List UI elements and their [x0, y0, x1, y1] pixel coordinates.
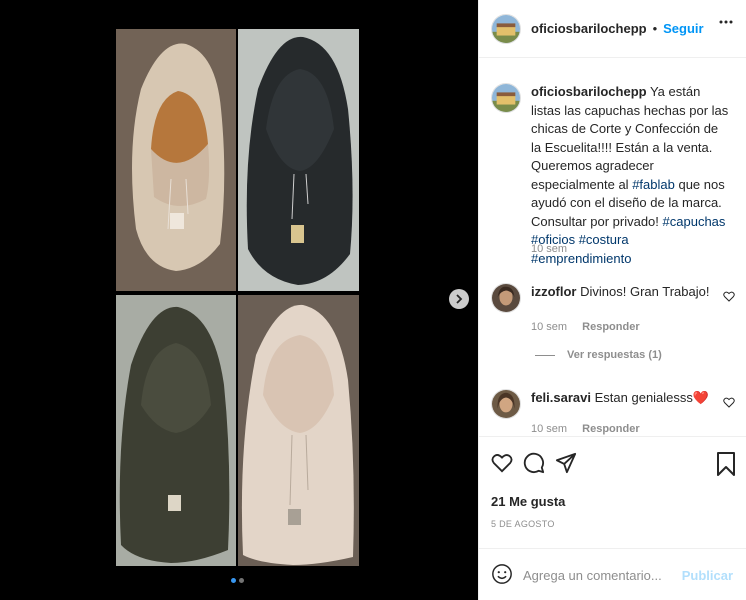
caption-body: Ya están listas las capuchas hechas por … [531, 84, 729, 192]
reply-button[interactable]: Responder [582, 423, 639, 435]
caption: oficiosbarilochepp Ya están listas las c… [491, 83, 736, 268]
heart-icon[interactable] [723, 397, 735, 408]
separator: • [652, 21, 658, 36]
view-replies-button[interactable]: Ver respuestas (1) [535, 349, 662, 361]
hashtag-link[interactable]: #capuchas [663, 214, 726, 229]
comment-body: Divinos! Gran Trabajo! [580, 284, 710, 299]
hood-photo-cream [238, 295, 359, 566]
hood-photo-olive [116, 295, 236, 566]
caption-text: oficiosbarilochepp Ya están listas las c… [531, 83, 731, 268]
likes-count[interactable]: 21 Me gusta [491, 494, 565, 509]
carousel-next-button[interactable] [449, 289, 469, 309]
comment-input[interactable] [523, 563, 683, 587]
carousel-dot-active [231, 578, 236, 583]
comment-text: izzoflor Divinos! Gran Trabajo! [531, 283, 709, 301]
hood-photo-black [238, 29, 359, 291]
post-date[interactable]: 5 DE AGOSTO [491, 519, 555, 529]
divider [535, 354, 555, 356]
comment-icon[interactable] [523, 452, 545, 474]
heart-icon[interactable] [723, 291, 735, 302]
more-horizontal-icon[interactable] [719, 20, 733, 24]
publish-button[interactable]: Publicar [682, 568, 733, 583]
carousel-indicators [231, 578, 244, 583]
comments-section: oficiosbarilochepp Ya están listas las c… [479, 59, 746, 437]
post-header: oficiosbarilochepp • Seguir [479, 0, 746, 58]
caption-username[interactable]: oficiosbarilochepp [531, 84, 647, 99]
carousel-dot [239, 578, 244, 583]
share-icon[interactable] [555, 452, 577, 474]
comment-timestamp[interactable]: 10 sem [531, 321, 567, 333]
view-replies-label: Ver respuestas (1) [567, 349, 662, 361]
comment-body: Estan genialesss [594, 390, 693, 405]
bookmark-icon[interactable] [717, 452, 735, 476]
avatar[interactable] [491, 389, 521, 419]
avatar[interactable] [491, 13, 521, 44]
reply-button[interactable]: Responder [582, 321, 639, 333]
hood-photo-beige [116, 29, 236, 291]
hashtag-link[interactable]: #costura [579, 232, 629, 247]
comment-username[interactable]: izzoflor [531, 284, 577, 299]
hashtag-link[interactable]: #fablab [632, 177, 675, 192]
comment-timestamp[interactable]: 10 sem [531, 423, 567, 435]
avatar[interactable] [491, 83, 521, 113]
avatar[interactable] [491, 283, 521, 313]
post-media [0, 0, 478, 600]
comment-item: izzoflor Divinos! Gran Trabajo! 10 sem R… [491, 283, 741, 333]
comment-text: feli.saravi Estan genialesss❤️ [531, 389, 709, 407]
comment-meta: 10 sem Responder [531, 423, 640, 435]
post-actions: 21 Me gusta 5 DE AGOSTO [479, 437, 746, 547]
post-username[interactable]: oficiosbarilochepp [531, 21, 647, 36]
comment-meta: 10 sem Responder [531, 321, 640, 333]
emoji-icon[interactable] [491, 563, 513, 585]
chevron-right-icon [456, 294, 463, 304]
follow-button[interactable]: Seguir [663, 21, 703, 36]
add-comment-bar: Publicar [479, 548, 746, 600]
heart-icon[interactable] [491, 453, 513, 473]
caption-timestamp[interactable]: 10 sem [531, 243, 567, 255]
comment-username[interactable]: feli.saravi [531, 390, 591, 405]
post-sidebar: oficiosbarilochepp • Seguir oficiosbaril… [478, 0, 746, 600]
heart-emoji: ❤️ [692, 390, 710, 405]
comment-item: feli.saravi Estan genialesss❤️ 10 sem Re… [491, 389, 741, 435]
